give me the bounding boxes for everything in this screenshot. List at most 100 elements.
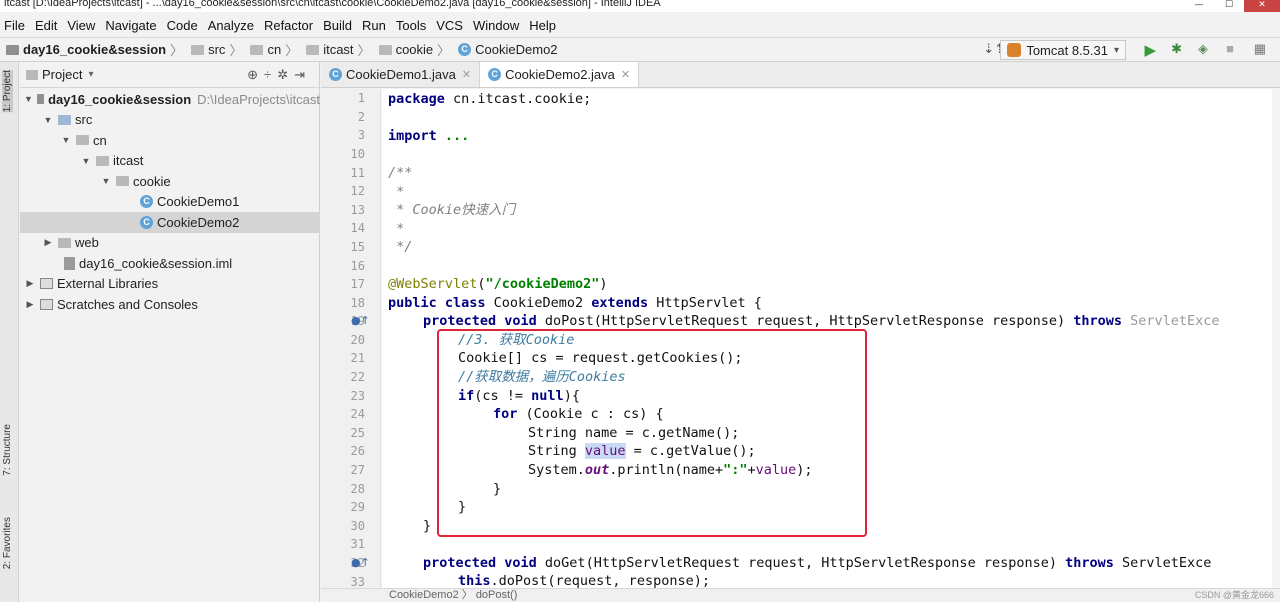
line-number: 14 [350,221,365,235]
tree-item-cookie[interactable]: ▼ cookie [20,171,320,192]
breadcrumb-label: cookie [395,42,434,57]
class-icon: C [140,195,153,209]
override-method-icon[interactable]: ●↑ [351,556,370,569]
breadcrumb-cookiedemo2[interactable]: C CookieDemo2 [458,42,558,57]
package-icon [116,176,129,187]
run-configuration-label: Tomcat 8.5.31 [1026,42,1108,58]
tab-label: CookieDemo2.java [505,67,615,82]
gear-icon[interactable]: ✲ [277,67,294,82]
close-tab-icon[interactable]: ✕ [621,68,630,81]
breadcrumb-label: itcast [323,42,354,57]
code-text: ) [599,276,608,292]
tree-item-cn[interactable]: ▼ cn [20,130,320,151]
tree-item-project-root[interactable]: ▼ day16_cookie&session D:\IdeaProjects\i… [20,89,320,110]
tree-item-path: D:\IdeaProjects\itcast [197,91,320,107]
menu-view[interactable]: View [67,18,95,33]
line-number: 33 [350,575,365,589]
project-panel-title[interactable]: Project [42,67,82,82]
menu-build[interactable]: Build [323,18,352,33]
window-controls: — ☐ ✕ [1184,0,1280,12]
tree-item-cookiedemo1[interactable]: C CookieDemo1 [20,192,320,213]
expand-arrow-icon[interactable]: ▶ [24,299,36,310]
menu-analyze[interactable]: Analyze [208,18,254,33]
collapse-icon[interactable]: ÷ [264,67,277,82]
stop-icon[interactable]: ■ [1226,41,1234,56]
breadcrumb-separator: 〉 [357,43,371,58]
tree-item-iml[interactable]: day16_cookie&session.iml [20,253,320,274]
breadcrumb-separator: 〉 [229,43,243,58]
expand-arrow-icon[interactable]: ▼ [42,115,54,125]
breadcrumb-label: CookieDemo2 [475,42,558,57]
tomcat-icon [1007,43,1022,57]
error-stripe[interactable] [1272,89,1280,589]
line-number: 20 [350,333,365,347]
close-tab-icon[interactable]: ✕ [462,68,471,81]
folded-imports[interactable]: ... [437,128,469,144]
maximize-button[interactable]: ☐ [1214,0,1244,12]
breadcrumb-label: cn [267,42,282,57]
folder-icon [250,44,264,55]
left-tool-strip: 1: Project 7: Structure 2: Favorites [0,62,19,602]
breadcrumb-itcast[interactable]: itcast 〉 [306,40,374,59]
project-structure-icon[interactable]: ▦ [1254,41,1266,57]
tree-item-scratches[interactable]: ▶ Scratches and Consoles [20,294,320,315]
tree-item-external-libraries[interactable]: ▶ External Libraries [20,274,320,295]
tool-tab-project[interactable]: 1: Project [2,70,13,113]
class-icon: C [140,215,153,229]
menu-window[interactable]: Window [473,18,519,33]
hide-icon[interactable]: ⇥ [294,67,311,82]
line-number: 16 [350,259,365,273]
breadcrumb-project[interactable]: day16_cookie&session 〉 [6,40,187,59]
expand-arrow-icon[interactable]: ▼ [60,135,72,145]
code-line-14: * [388,221,405,237]
tool-tab-structure[interactable]: 7: Structure [2,424,13,476]
menu-file[interactable]: File [4,18,25,33]
menu-refactor[interactable]: Refactor [264,18,313,33]
tree-item-label: web [75,235,99,251]
tree-item-itcast[interactable]: ▼ itcast [20,151,320,172]
debug-icon[interactable]: ✱ [1171,41,1182,57]
tree-item-src[interactable]: ▼ src [20,110,320,131]
code-line-11: /** [388,165,413,181]
run-icon[interactable]: ▶ [1144,41,1156,59]
code-text: doGet(HttpServletRequest request, HttpSe… [536,555,1066,571]
run-configuration-select[interactable]: Tomcat 8.5.31 ▾ [1000,40,1126,60]
menu-tools[interactable]: Tools [396,18,426,33]
tree-item-label: day16_cookie&session [48,91,192,107]
line-number: 28 [350,482,365,496]
menu-navigate[interactable]: Navigate [105,18,156,33]
chevron-down-icon[interactable]: ▾ [88,69,93,80]
tree-item-label: External Libraries [57,276,159,292]
breadcrumb-src[interactable]: src 〉 [191,40,246,59]
class-icon: C [488,68,502,81]
iml-file-icon [64,256,75,270]
line-number: 26 [350,444,365,458]
breadcrumb-cookie[interactable]: cookie 〉 [378,40,455,59]
breadcrumb-separator: 〉 [437,43,451,58]
menu-edit[interactable]: Edit [35,18,57,33]
editor-breadcrumb-bar[interactable]: CookieDemo2 〉 doPost() [321,588,1280,602]
tool-tab-favorites[interactable]: 2: Favorites [2,517,13,569]
run-coverage-icon[interactable]: ◈ [1198,41,1208,57]
expand-arrow-icon[interactable]: ▼ [24,94,33,104]
locate-icon[interactable]: ⊕ [247,67,264,82]
tree-item-cookiedemo2[interactable]: C CookieDemo2 [20,212,320,233]
tree-item-web[interactable]: ▶ web [20,233,320,254]
menu-run[interactable]: Run [362,18,386,33]
tab-cookiedemo2[interactable]: C CookieDemo2.java ✕ [480,62,640,87]
expand-arrow-icon[interactable]: ▼ [80,156,92,166]
close-button[interactable]: ✕ [1244,0,1280,12]
code-text: HttpServlet { [648,295,762,311]
menu-help[interactable]: Help [529,18,556,33]
minimize-button[interactable]: — [1184,0,1214,12]
tab-cookiedemo1[interactable]: C CookieDemo1.java ✕ [321,62,481,87]
expand-arrow-icon[interactable]: ▶ [24,278,36,289]
breadcrumb-cn[interactable]: cn 〉 [250,40,302,59]
code-text: .doPost(request, response); [490,573,710,589]
override-method-icon[interactable]: ●↑ [351,314,370,327]
line-number: 31 [350,537,365,551]
menu-code[interactable]: Code [167,18,198,33]
expand-arrow-icon[interactable]: ▶ [42,237,54,248]
menu-vcs[interactable]: VCS [436,18,463,33]
expand-arrow-icon[interactable]: ▼ [100,176,112,186]
